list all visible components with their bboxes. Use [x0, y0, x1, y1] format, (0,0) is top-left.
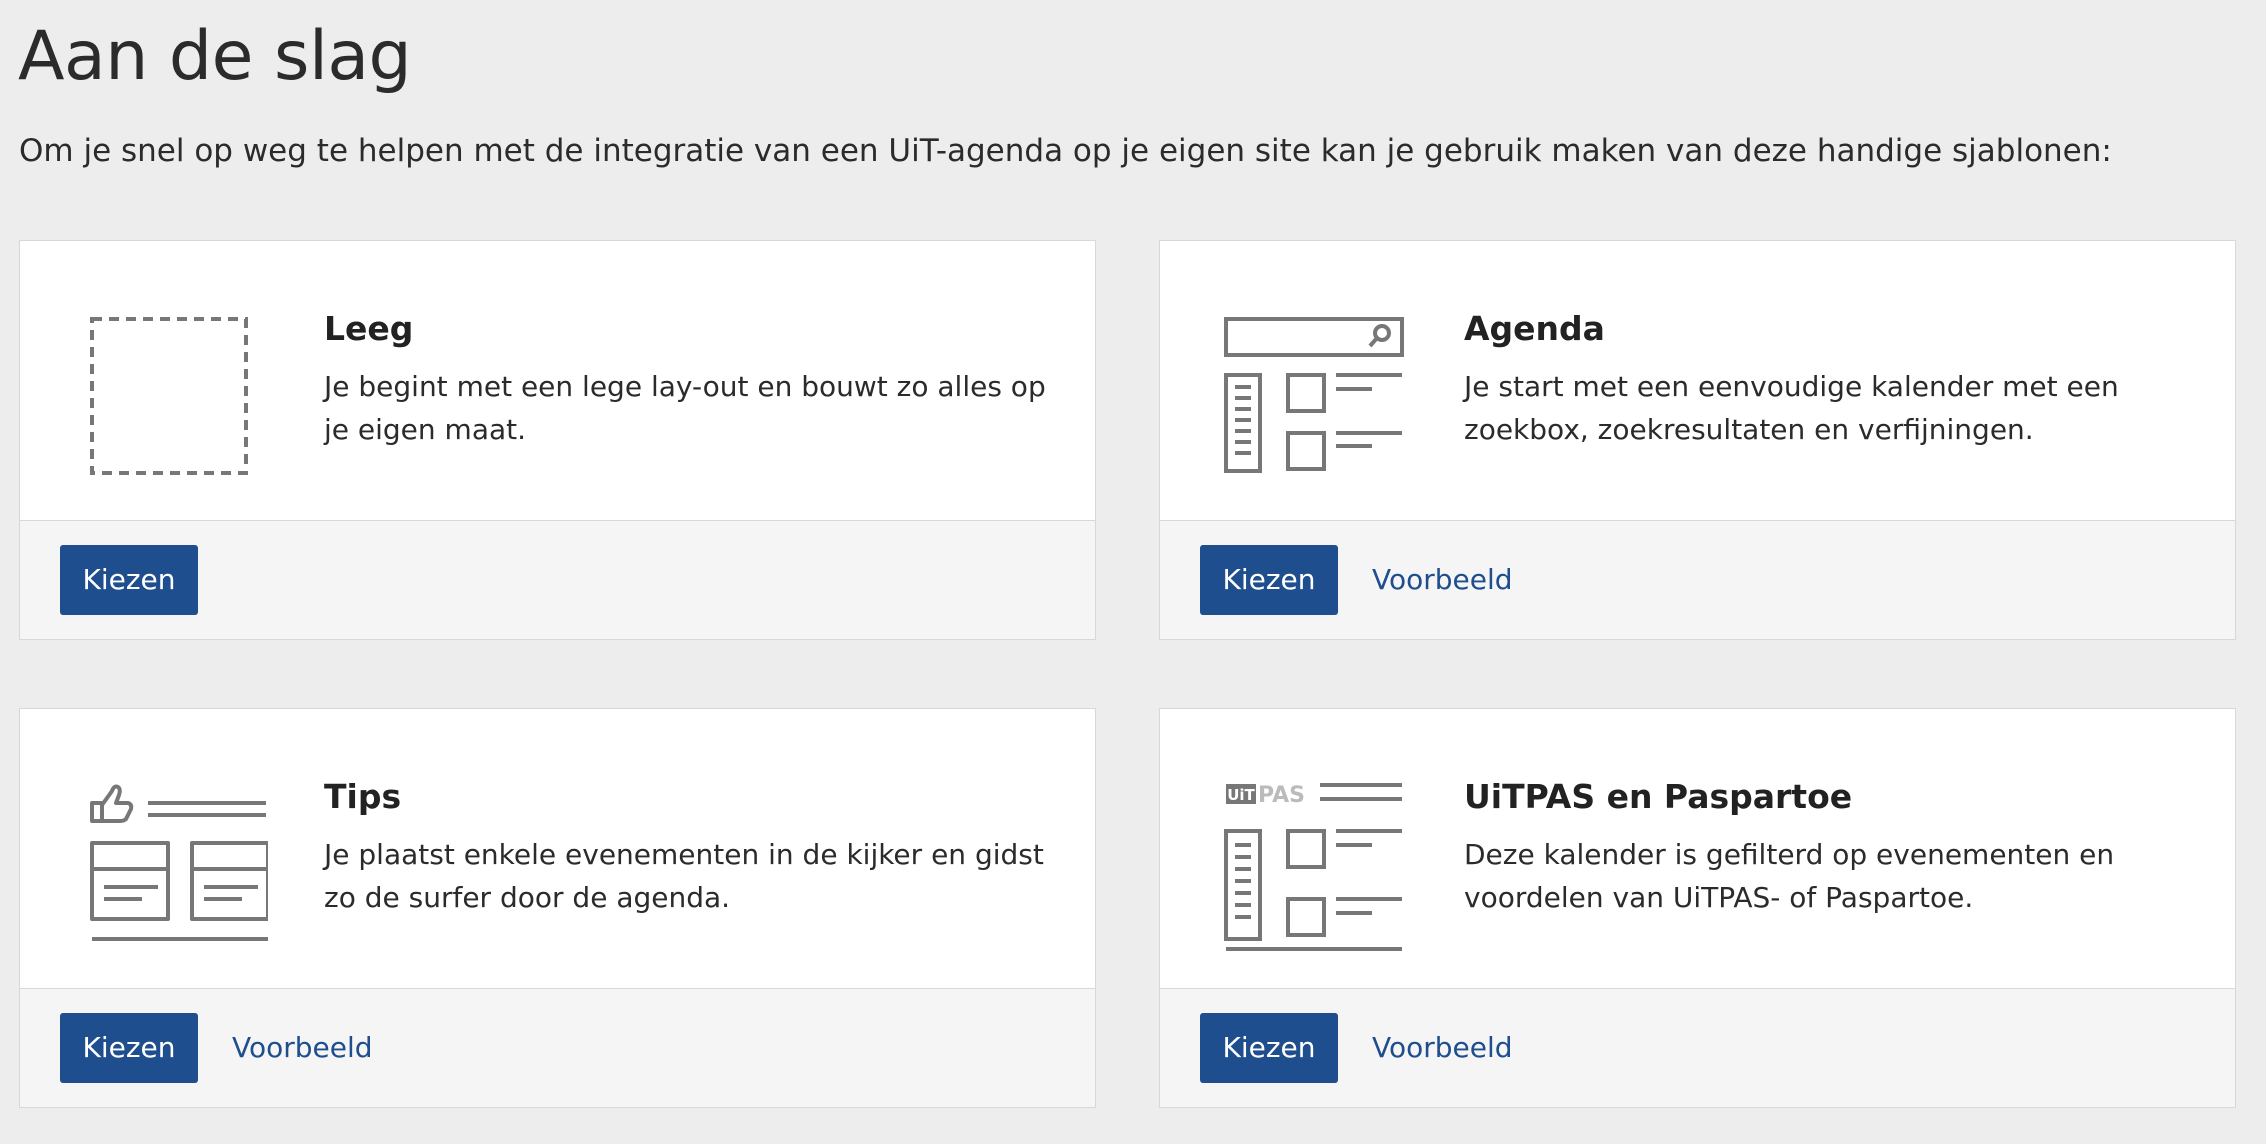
example-link[interactable]: Voorbeeld — [1372, 1013, 1513, 1083]
template-card-uitpas: UiT PAS UiTPAS en Paspartoe Deze kalende… — [1159, 708, 2236, 1108]
example-link[interactable]: Voorbeeld — [1372, 545, 1513, 615]
card-footer: Kiezen Voorbeeld — [1160, 520, 2235, 639]
card-title: UiTPAS en Paspartoe — [1464, 777, 1853, 816]
uitpas-layout-icon: UiT PAS — [1224, 783, 1402, 951]
card-footer: Kiezen Voorbeeld — [1160, 988, 2235, 1107]
card-footer: Kiezen Voorbeeld — [20, 988, 1095, 1107]
card-description: Deze kalender is gefilterd op evenemente… — [1464, 838, 2115, 914]
page-title: Aan de slag — [18, 17, 412, 96]
template-card-tips: Tips Je plaatst enkele evenementen in de… — [19, 708, 1096, 1108]
example-link[interactable]: Voorbeeld — [232, 1013, 373, 1083]
template-card-leeg: Leeg Je begint met een lege lay-out en b… — [19, 240, 1096, 640]
choose-button[interactable]: Kiezen — [60, 1013, 198, 1083]
card-description: Je begint met een lege lay-out en bouwt … — [324, 370, 1046, 446]
card-body: Agenda Je start met een eenvoudige kalen… — [1160, 241, 2235, 521]
card-body: Leeg Je begint met een lege lay-out en b… — [20, 241, 1095, 521]
intro-text: Om je snel op weg te helpen met de integ… — [19, 133, 2112, 169]
card-title: Agenda — [1464, 309, 1605, 348]
card-title: Tips — [324, 777, 402, 816]
empty-layout-icon — [90, 317, 248, 475]
tips-layout-icon — [90, 784, 268, 941]
pas-logo-text: PAS — [1258, 783, 1305, 808]
template-card-agenda: Agenda Je start met een eenvoudige kalen… — [1159, 240, 2236, 640]
card-description: Je plaatst enkele evenementen in de kijk… — [324, 838, 1044, 914]
card-title: Leeg — [324, 309, 414, 348]
card-footer: Kiezen — [20, 520, 1095, 639]
uit-logo-text: UiT — [1227, 786, 1255, 804]
card-body: UiT PAS UiTPAS en Paspartoe Deze kalende… — [1160, 709, 2235, 989]
choose-button[interactable]: Kiezen — [1200, 545, 1338, 615]
card-description: Je start met een eenvoudige kalender met… — [1464, 370, 2119, 446]
choose-button[interactable]: Kiezen — [60, 545, 198, 615]
card-body: Tips Je plaatst enkele evenementen in de… — [20, 709, 1095, 989]
agenda-layout-icon — [1224, 317, 1404, 473]
choose-button[interactable]: Kiezen — [1200, 1013, 1338, 1083]
